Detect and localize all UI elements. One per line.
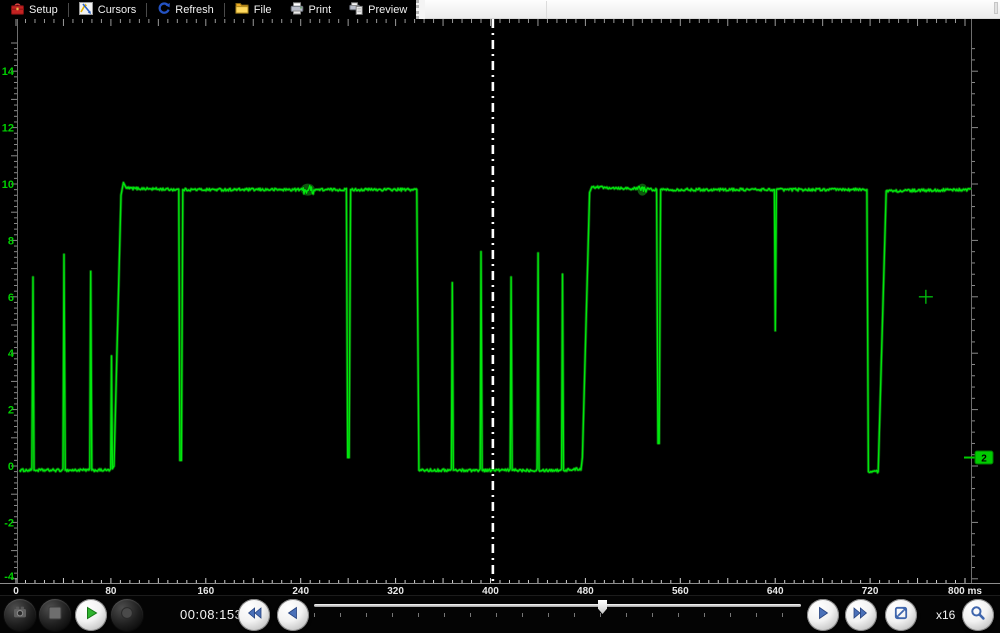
play-button[interactable]: [75, 599, 107, 631]
record-icon: [120, 606, 134, 625]
timeline-slider-track[interactable]: [314, 604, 801, 607]
x-axis-label: 240: [292, 586, 309, 595]
magnifier-icon: [970, 605, 986, 626]
folder-icon: [235, 2, 249, 17]
timeline-slider-ticks: [314, 613, 804, 617]
x-axis-label: 560: [672, 586, 689, 595]
y-axis-label: -4: [4, 571, 15, 583]
x-axis-label: 160: [197, 586, 214, 595]
x-axis-label: 0: [13, 586, 19, 595]
time-display: 00:08:153: [180, 607, 242, 622]
camera-button: [4, 599, 36, 631]
toolbar-separator: [224, 3, 225, 17]
fit-screen-button[interactable]: [885, 599, 917, 631]
toolbar-button-label: Setup: [29, 4, 58, 16]
plot-background: [0, 19, 1000, 595]
toolbox-icon: [11, 2, 24, 18]
double-right-icon: [853, 605, 869, 626]
record-button: [111, 599, 143, 631]
toolbar-button-label: File: [254, 4, 272, 16]
step-back-button[interactable]: [277, 599, 309, 631]
main-toolbar: Setup Cursors Refresh: [0, 0, 1000, 19]
toolbar-button-print[interactable]: Print: [281, 0, 341, 19]
zoom-button[interactable]: [962, 599, 994, 631]
y-axis-label: 4: [8, 348, 15, 360]
left-arrow-icon: [285, 605, 301, 626]
x-axis-label: 720: [862, 586, 879, 595]
toolbar-grip[interactable]: [416, 0, 425, 19]
y-axis-label: 12: [2, 123, 14, 135]
y-axis-label: 0: [8, 461, 14, 473]
x-axis-label: 640: [767, 586, 784, 595]
refresh-icon: [157, 2, 170, 18]
y-axis-label: -2: [4, 517, 14, 529]
print-preview-icon: [349, 2, 363, 18]
toolbar-button-setup[interactable]: Setup: [2, 0, 67, 19]
stop-button: [39, 599, 71, 631]
toolbar-seam: [546, 1, 547, 18]
toolbar-resize-nub: [994, 2, 998, 14]
fit-screen-icon: [893, 605, 909, 626]
cursors-icon: [79, 2, 93, 18]
toolbar-button-group: Setup Cursors Refresh: [0, 0, 416, 19]
toolbar-button-label: Refresh: [175, 4, 214, 16]
y-axis-label: 2: [8, 405, 14, 417]
toolbar-button-refresh[interactable]: Refresh: [148, 0, 223, 19]
toolbar-button-cursors[interactable]: Cursors: [70, 0, 146, 19]
timeline-slider-thumb[interactable]: [598, 600, 607, 614]
toolbar-separator: [146, 3, 147, 17]
toolbar-button-label: Cursors: [98, 4, 137, 16]
toolbar-button-label: Preview: [368, 4, 407, 16]
app-window: Setup Cursors Refresh: [0, 0, 1000, 633]
right-arrow-icon: [815, 605, 831, 626]
x-axis-label: 80: [105, 586, 117, 595]
channel-marker-label: 2: [981, 454, 987, 465]
rewind-button[interactable]: [238, 599, 270, 631]
y-axis-label: 8: [8, 235, 14, 247]
waveform-plot[interactable]: 14 12 10 8 6 4 2 0 -2 -4 0 80 160 240 320 400 480 560 640 7…: [0, 19, 1000, 595]
printer-icon: [290, 2, 304, 18]
y-axis-label: 14: [2, 66, 15, 78]
y-axis-label: 6: [8, 292, 14, 304]
toolbar-button-label: Print: [309, 4, 332, 16]
transport-bar: 00:08:153: [0, 595, 1000, 633]
toolbar-button-file[interactable]: File: [226, 0, 281, 19]
y-axis-label: 10: [2, 179, 14, 191]
double-left-icon: [246, 605, 262, 626]
toolbar-separator: [68, 3, 69, 17]
stop-icon: [48, 606, 62, 625]
x-axis-label: 800 ms: [948, 586, 982, 595]
x-axis-label: 400: [482, 586, 499, 595]
fast-forward-button[interactable]: [845, 599, 877, 631]
toolbar-button-preview[interactable]: Preview: [340, 0, 416, 19]
speed-label: x16: [936, 608, 955, 622]
x-axis-label: 480: [577, 586, 594, 595]
toolbar-empty-area: [425, 0, 1000, 19]
camera-icon: [12, 605, 28, 625]
step-forward-button[interactable]: [807, 599, 839, 631]
x-axis-label: 320: [387, 586, 404, 595]
play-icon: [83, 605, 99, 626]
